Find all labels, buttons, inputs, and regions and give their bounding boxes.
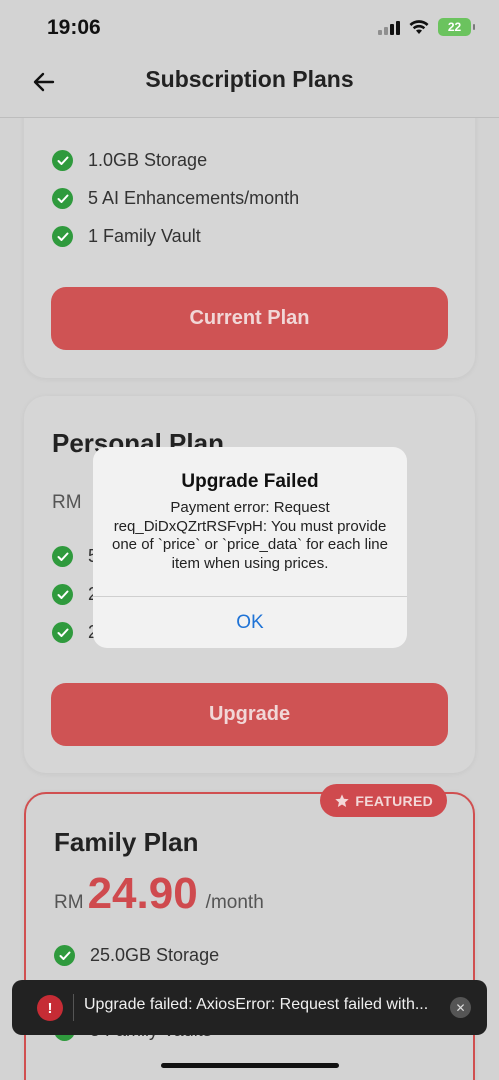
dialog-title: Upgrade Failed — [181, 471, 319, 492]
battery-icon: 22 — [438, 18, 475, 36]
navigation-bar: Subscription Plans — [0, 56, 499, 118]
status-time: 19:06 — [47, 16, 101, 39]
plan-price: 24.90 — [87, 869, 198, 918]
current-plan-button[interactable]: Current Plan — [51, 287, 448, 350]
plan-feature: 25.0GB Storage — [54, 945, 219, 966]
upgrade-failed-dialog: Upgrade Failed Payment error: Request re… — [93, 447, 407, 648]
feature-text: 1 Family Vault — [88, 226, 201, 246]
currency-label: RM — [52, 492, 82, 513]
current-plan-card: 1.0GB Storage 5 AI Enhancements/month 1 … — [24, 118, 475, 378]
check-icon — [52, 150, 73, 171]
plan-feature: 2 — [52, 622, 98, 643]
check-icon — [52, 226, 73, 247]
close-icon[interactable]: ✕ — [450, 997, 471, 1018]
plan-feature: 2 — [52, 584, 98, 605]
page-title: Subscription Plans — [145, 66, 354, 92]
wifi-icon — [409, 20, 429, 34]
feature-text: 25.0GB Storage — [90, 945, 220, 965]
plan-feature: 1 Family Vault — [52, 226, 201, 247]
toast-divider — [73, 994, 74, 1021]
error-icon: ! — [37, 995, 63, 1021]
check-icon — [52, 584, 73, 605]
star-icon — [335, 793, 350, 807]
currency-label: RM — [54, 892, 84, 913]
plan-feature: 5 — [52, 546, 98, 567]
check-icon — [52, 622, 73, 643]
cellular-signal-icon — [378, 20, 400, 35]
price-row: RM 24.90 /month — [54, 869, 264, 919]
toast-message: Upgrade failed: AxiosError: Request fail… — [84, 996, 429, 1013]
featured-badge: FEATURED — [320, 784, 447, 817]
status-icons: 22 — [378, 18, 475, 36]
price-period: /month — [205, 892, 264, 913]
price-row: RM — [52, 492, 82, 514]
check-icon — [54, 945, 75, 966]
status-bar: 19:06 22 — [0, 0, 499, 56]
upgrade-button[interactable]: Upgrade — [51, 683, 448, 746]
plan-name: Family Plan — [54, 827, 199, 857]
home-indicator[interactable] — [161, 1063, 339, 1068]
error-toast: ! Upgrade failed: AxiosError: Request fa… — [12, 980, 487, 1035]
battery-level: 22 — [447, 20, 462, 34]
dialog-message: Payment error: Request req_DiDxQZrtRSFvp… — [112, 499, 388, 572]
feature-text: 1.0GB Storage — [88, 150, 208, 170]
family-plan-card: FEATURED Family Plan RM 24.90 /month 25.… — [24, 784, 475, 1080]
feature-text: 5 AI Enhancements/month — [88, 188, 300, 208]
plan-feature: 5 AI Enhancements/month — [52, 188, 299, 209]
featured-badge-label: FEATURED — [355, 792, 433, 809]
check-icon — [52, 546, 73, 567]
check-icon — [52, 188, 73, 209]
dialog-ok-button[interactable]: OK — [93, 597, 407, 648]
plan-feature: 1.0GB Storage — [52, 150, 207, 171]
